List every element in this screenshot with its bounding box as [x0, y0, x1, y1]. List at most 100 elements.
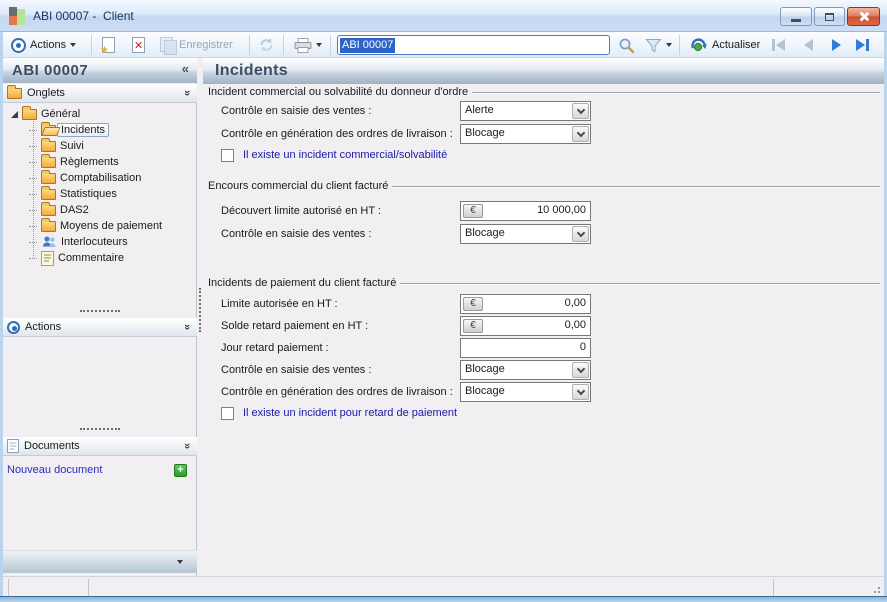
solde-retard-input[interactable]: € 0,00	[460, 316, 591, 336]
collapse-panel-icon: »	[180, 323, 193, 331]
previous-record-icon	[803, 39, 813, 51]
print-button[interactable]	[291, 34, 325, 56]
search-button[interactable]	[615, 34, 638, 56]
tree-item-label: Général	[41, 108, 81, 120]
combo-dropdown-button[interactable]	[572, 384, 589, 400]
toolbar-separator	[283, 35, 284, 55]
field-label: Découvert limite autorisé en HT :	[221, 205, 381, 217]
select-value: Blocage	[465, 385, 505, 397]
controle-saisie-ventes-paiement-select[interactable]: Blocage	[460, 360, 591, 380]
onglets-panel-header[interactable]: Onglets »	[3, 84, 197, 103]
incidents-form: Incidents Incident commercial ou solvabi…	[203, 58, 884, 596]
incident-commercial-checkbox[interactable]	[221, 148, 234, 162]
combo-dropdown-button[interactable]	[572, 103, 589, 119]
new-record-button[interactable]	[99, 34, 118, 56]
app-icon	[9, 7, 26, 25]
tree-item-general[interactable]: Général	[11, 105, 81, 122]
note-icon	[41, 250, 54, 266]
delete-record-button[interactable]	[129, 34, 148, 56]
currency-euro-button[interactable]: €	[463, 297, 483, 311]
currency-euro-button[interactable]: €	[463, 204, 483, 218]
chevron-down-icon	[576, 105, 585, 114]
tree-item-commentaire[interactable]: Commentaire	[29, 250, 124, 266]
tree-expander-icon[interactable]	[11, 110, 18, 118]
collapse-sidebar-button[interactable]: «	[182, 61, 189, 76]
restore-button[interactable]	[814, 7, 845, 26]
currency-euro-button[interactable]: €	[463, 319, 483, 333]
actions-menu-button[interactable]: Actions	[8, 34, 79, 56]
sidebar-scroll-bar[interactable]	[3, 550, 197, 573]
tree-item-label: Commentaire	[58, 252, 125, 264]
decouvert-limite-input[interactable]: € 10 000,00	[460, 201, 591, 221]
print-dropdown-arrow-icon	[316, 43, 322, 47]
resize-grip[interactable]	[871, 584, 880, 593]
panel-splitter-handle[interactable]	[80, 310, 120, 312]
tree-item-das2[interactable]: DAS2	[29, 201, 89, 218]
actions-panel-header[interactable]: Actions »	[3, 318, 197, 337]
folder-icon	[7, 84, 22, 99]
last-record-button[interactable]	[849, 36, 875, 54]
jour-retard-input[interactable]: 0	[460, 338, 591, 358]
section-incidents-paiement: Incidents de paiement du client facturé	[208, 277, 880, 289]
section-divider	[472, 92, 880, 94]
minimize-button[interactable]	[780, 7, 812, 26]
status-cell-divider	[773, 579, 774, 596]
folder-icon	[41, 153, 56, 168]
tree-item-label: Moyens de paiement	[60, 220, 163, 232]
new-record-icon	[100, 37, 115, 56]
filter-funnel-icon	[645, 38, 662, 52]
controle-generation-livraison-select[interactable]: Blocage	[460, 124, 591, 144]
refresh-button[interactable]	[255, 34, 278, 56]
toolbar-separator	[679, 35, 680, 55]
add-document-button[interactable]: +	[174, 463, 187, 477]
actions-target-icon	[11, 37, 26, 53]
field-label: Contrôle en génération des ordres de liv…	[221, 128, 453, 140]
controle-saisie-ventes-select[interactable]: Alerte	[460, 101, 591, 121]
controle-saisie-ventes-encours-select[interactable]: Blocage	[460, 224, 591, 244]
delete-record-icon	[132, 37, 145, 53]
page-title: Incidents	[215, 62, 288, 79]
previous-record-button[interactable]	[795, 36, 821, 54]
tree-stub	[29, 161, 37, 163]
sidebar: ABI 00007 « Onglets » Général Incidents …	[3, 58, 197, 596]
combo-dropdown-button[interactable]	[572, 226, 589, 242]
controle-generation-livraison-paiement-select[interactable]: Blocage	[460, 382, 591, 402]
save-button[interactable]: Enregistrer	[157, 34, 236, 56]
tree-stub	[29, 145, 37, 147]
title-bar[interactable]: ABI 00007 - Client	[0, 0, 887, 32]
chevron-down-icon	[576, 228, 585, 237]
amount-value: 0,00	[564, 297, 586, 309]
refresh-view-button[interactable]: Actualiser	[686, 34, 763, 56]
actualiser-icon	[691, 37, 707, 51]
panel-splitter-handle[interactable]	[80, 428, 120, 430]
next-record-icon	[831, 39, 841, 51]
limite-autorisee-input[interactable]: € 0,00	[460, 294, 591, 314]
tree-item-interlocuteurs[interactable]: Interlocuteurs	[29, 234, 128, 250]
first-record-button[interactable]	[765, 36, 791, 54]
tree-stub	[29, 241, 37, 243]
combo-dropdown-button[interactable]	[572, 362, 589, 378]
field-label: Contrôle en saisie des ventes :	[221, 228, 372, 240]
tree-item-incidents[interactable]: Incidents	[29, 121, 110, 138]
incident-retard-checkbox[interactable]	[221, 406, 234, 420]
documents-panel-header[interactable]: Documents »	[3, 437, 197, 456]
tree-item-moyens-de-paiement[interactable]: Moyens de paiement	[29, 217, 163, 234]
select-value: Blocage	[465, 227, 505, 239]
folder-icon	[41, 169, 56, 184]
tree-item-comptabilisation[interactable]: Comptabilisation	[29, 169, 141, 186]
incident-commercial-checkbox-row: Il existe un incident commercial/solvabi…	[221, 148, 447, 162]
tree-item-suivi[interactable]: Suivi	[29, 137, 84, 154]
close-button[interactable]	[847, 7, 880, 26]
application-window: ABI 00007 - Client Actions Enregistrer	[0, 0, 887, 602]
next-record-button[interactable]	[823, 36, 849, 54]
tree-item-reglements[interactable]: Règlements	[29, 153, 119, 170]
folder-icon	[41, 185, 56, 200]
tree-item-label: DAS2	[60, 204, 89, 216]
amount-value: 0,00	[564, 319, 586, 331]
filter-button[interactable]	[642, 34, 675, 56]
new-document-link[interactable]: Nouveau document	[7, 464, 102, 476]
sidebar-resize-handle[interactable]	[199, 288, 201, 332]
record-search-input[interactable]: ABI 00007	[337, 35, 610, 55]
tree-item-statistiques[interactable]: Statistiques	[29, 185, 117, 202]
combo-dropdown-button[interactable]	[572, 126, 589, 142]
